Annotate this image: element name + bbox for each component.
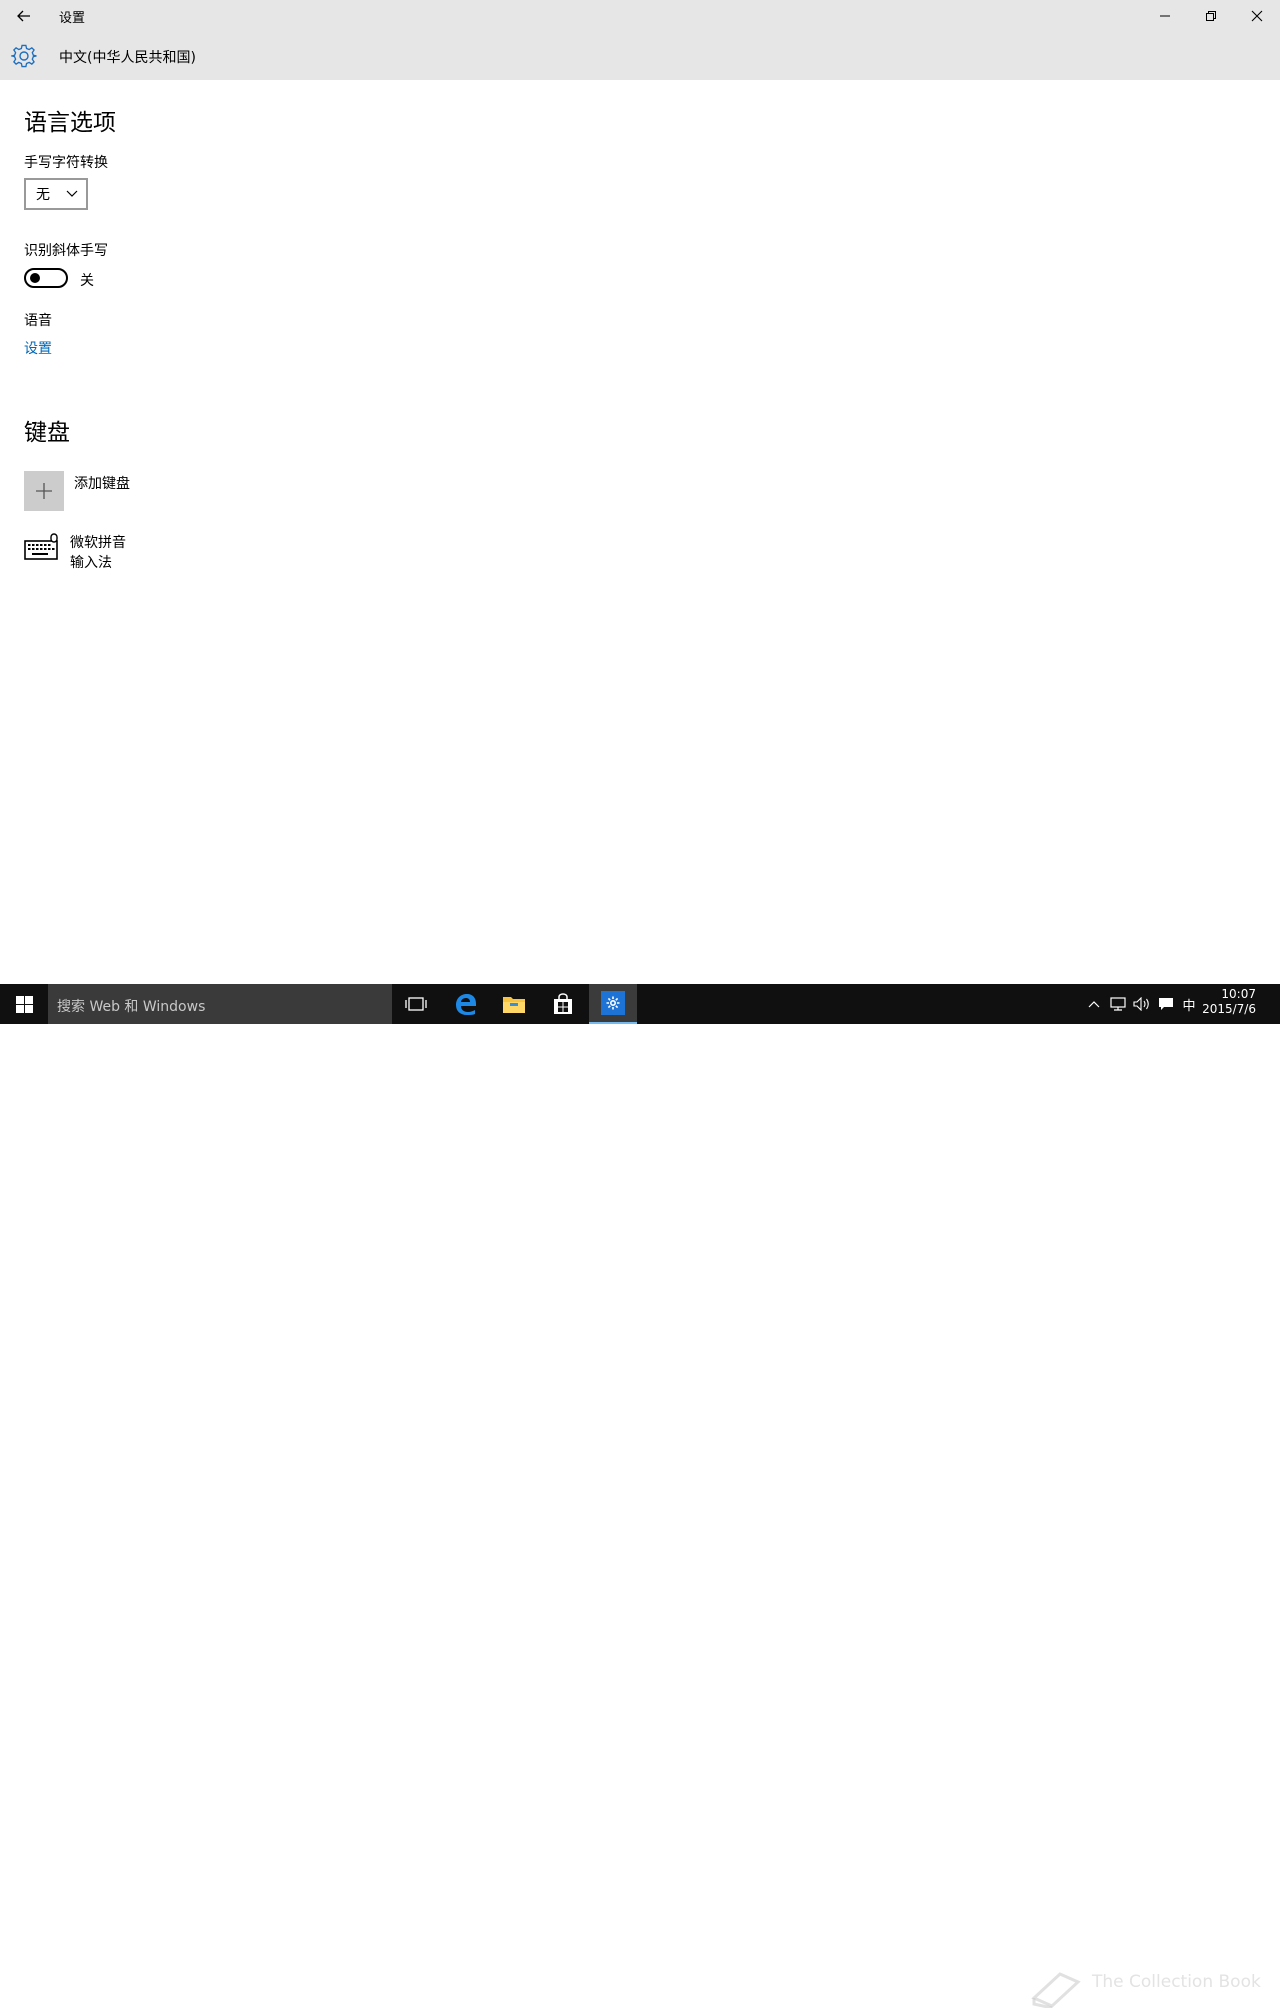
italic-handwriting-label: 识别斜体手写 [24,243,108,259]
task-view-icon [405,997,427,1011]
edge-icon [456,994,476,1015]
volume-icon [1133,997,1149,1011]
language-options-heading: 语言选项 [24,110,116,136]
handwriting-conversion-label: 手写字符转换 [24,155,108,171]
page-header-title: 中文(中华人民共和国) [59,50,196,66]
chevron-down-icon [66,190,78,198]
window-controls [1142,0,1280,32]
restore-icon [1206,11,1216,21]
dropdown-selected-value: 无 [36,187,50,203]
handwriting-conversion-dropdown[interactable]: 无 [24,178,88,210]
add-keyboard-label[interactable]: 添加键盘 [74,473,130,493]
title-bar: 设置 中文(中华人民共和国) [0,0,1280,80]
minimize-icon [1160,15,1170,17]
settings-icon [601,991,625,1015]
network-icon [1110,997,1126,1011]
action-center-icon [1159,998,1173,1010]
toggle-state-text: 关 [80,273,94,289]
file-explorer-icon [503,997,525,1013]
keyboard-name-line2: 输入法 [70,555,112,571]
keyboard-heading: 键盘 [24,420,70,446]
store-icon [554,993,572,1014]
store-button[interactable] [539,984,587,1024]
network-button[interactable] [1106,984,1130,1024]
volume-button[interactable] [1130,984,1154,1024]
taskbar: 搜索 Web 和 Windows The Collection Book 中 1… [0,984,1280,2008]
book-icon [1031,1972,1081,2008]
back-button[interactable] [8,2,40,30]
keyboard-icon [24,533,58,560]
italic-handwriting-toggle[interactable] [24,268,68,288]
plus-icon [36,483,52,499]
toggle-knob [30,273,40,283]
restore-button[interactable] [1188,0,1234,32]
search-box[interactable]: 搜索 Web 和 Windows [48,984,392,1024]
edge-button[interactable] [442,984,490,1024]
clock[interactable]: 10:07 2015/7/6 [1202,987,1256,1017]
file-explorer-button[interactable] [490,984,538,1024]
speech-settings-link[interactable]: 设置 [24,338,52,358]
action-center-button[interactable] [1154,984,1178,1024]
clock-date: 2015/7/6 [1202,1002,1256,1016]
clock-time: 10:07 [1221,987,1256,1001]
ime-indicator[interactable]: 中 [1178,984,1200,1024]
watermark: The Collection Book [1030,1968,1280,2008]
window-title: 设置 [59,11,86,26]
keyboard-name-line1: 微软拼音 [70,535,126,551]
windows-logo-icon [15,995,33,1013]
settings-taskbar-button[interactable] [589,984,637,1024]
minimize-button[interactable] [1142,0,1188,32]
close-icon [1251,10,1263,22]
installed-keyboard[interactable]: 微软拼音 输入法 [70,533,126,573]
add-keyboard-button[interactable] [24,471,64,511]
back-icon [17,10,30,22]
speech-label: 语音 [24,313,52,329]
show-hidden-icons-button[interactable] [1084,984,1104,1024]
task-view-button[interactable] [392,984,440,1024]
watermark-text: The Collection Book [1092,1972,1261,1992]
gear-icon [11,44,37,68]
search-placeholder: 搜索 Web 和 Windows [57,999,206,1015]
up-chevron-icon [1088,1001,1100,1008]
start-button[interactable] [0,984,48,1024]
close-button[interactable] [1234,0,1280,32]
